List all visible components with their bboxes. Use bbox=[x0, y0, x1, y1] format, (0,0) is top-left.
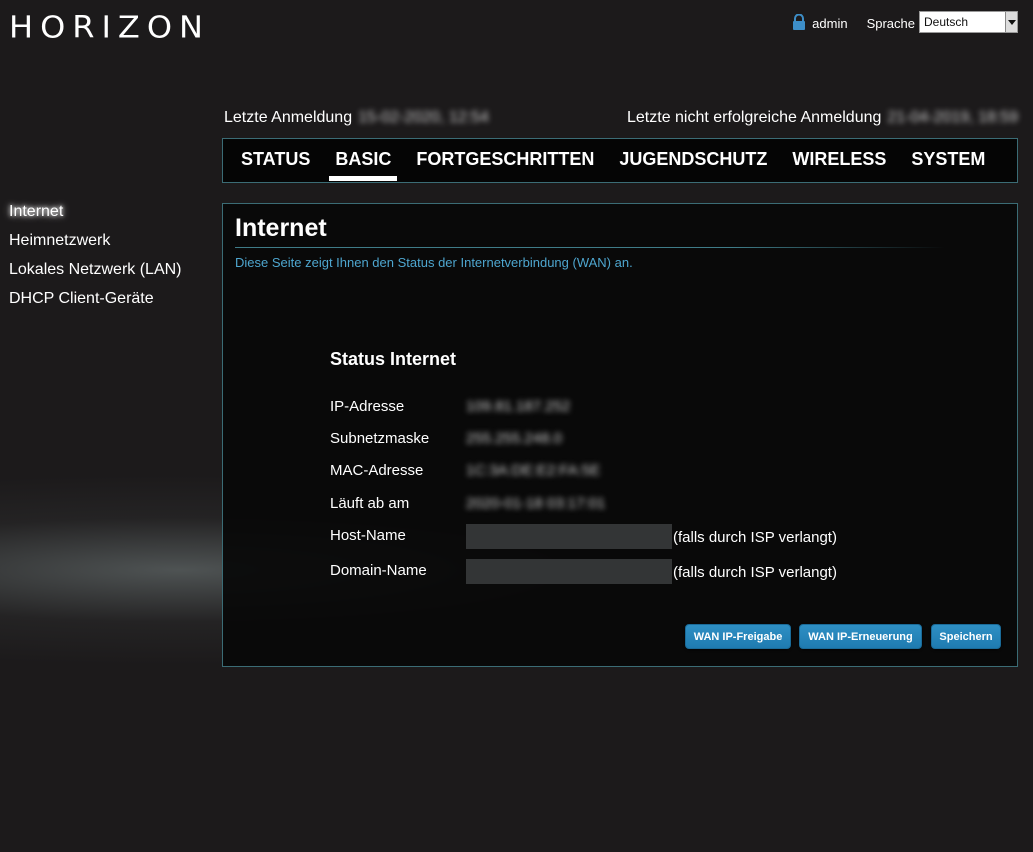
last-failed-login-value: 21-04-2019, 18:59 bbox=[887, 109, 1019, 126]
title-divider bbox=[235, 247, 945, 248]
mac-address-value: 1C:3A:DE:E2:FA:5E bbox=[466, 462, 601, 479]
language-select[interactable]: Deutsch bbox=[919, 11, 1018, 33]
tab-fortgeschritten[interactable]: FORTGESCHRITTEN bbox=[416, 139, 594, 182]
domain-name-hint: (falls durch ISP verlangt) bbox=[673, 564, 837, 581]
wan-renew-button[interactable]: WAN IP-Erneuerung bbox=[799, 624, 922, 649]
ip-address-row: IP-Adresse 109.81.187.252 bbox=[330, 398, 570, 415]
ip-address-label: IP-Adresse bbox=[330, 398, 405, 415]
last-login-label: Letzte Anmeldung bbox=[224, 109, 353, 126]
expires-value: 2020-01-18 03:17:01 bbox=[466, 495, 606, 512]
sidebar-item-internet[interactable]: Internet bbox=[9, 203, 182, 232]
language-selected-value: Deutsch bbox=[924, 15, 969, 29]
last-failed-login: Letzte nicht erfolgreiche Anmeldung 21-04… bbox=[627, 109, 1018, 127]
domain-name-label: Domain-Name bbox=[330, 562, 427, 579]
host-name-input[interactable] bbox=[466, 524, 672, 549]
chevron-down-icon[interactable] bbox=[1005, 12, 1017, 32]
status-section-title: Status Internet bbox=[330, 349, 457, 369]
language-label: Sprache bbox=[866, 16, 915, 31]
tab-status[interactable]: STATUS bbox=[241, 139, 310, 182]
mac-address-label: MAC-Adresse bbox=[330, 462, 424, 479]
page-description: Diese Seite zeigt Ihnen den Status der I… bbox=[235, 255, 633, 270]
horizon-logo: HORIZON bbox=[9, 8, 210, 46]
last-login-value: 15-02-2020, 12:54 bbox=[358, 109, 489, 126]
tab-basic[interactable]: BASIC bbox=[329, 139, 398, 182]
subnet-mask-value: 255.255.248.0 bbox=[466, 430, 562, 447]
content-panel: Internet Diese Seite zeigt Ihnen den Sta… bbox=[222, 203, 1018, 667]
main-nav: STATUS BASIC FORTGESCHRITTEN JUGENDSCHUT… bbox=[222, 138, 1018, 183]
last-failed-login-label: Letzte nicht erfolgreiche Anmeldung bbox=[627, 109, 882, 126]
expires-label: Läuft ab am bbox=[330, 495, 410, 512]
wan-release-button[interactable]: WAN IP-Freigabe bbox=[685, 624, 791, 649]
last-login: Letzte Anmeldung 15-02-2020, 12:54 bbox=[224, 109, 489, 127]
mac-address-row: MAC-Adresse 1C:3A:DE:E2:FA:5E bbox=[330, 462, 600, 479]
domain-name-input[interactable] bbox=[466, 559, 672, 584]
sidebar: Internet Heimnetzwerk Lokales Netzwerk (… bbox=[9, 203, 182, 319]
host-name-label: Host-Name bbox=[330, 527, 406, 544]
sidebar-item-dhcp-clients[interactable]: DHCP Client-Geräte bbox=[9, 290, 182, 319]
top-bar: admin Sprache Deutsch bbox=[792, 11, 1018, 33]
sidebar-item-heimnetzwerk[interactable]: Heimnetzwerk bbox=[9, 232, 182, 261]
ip-address-value: 109.81.187.252 bbox=[466, 398, 571, 415]
sidebar-item-lan[interactable]: Lokales Netzwerk (LAN) bbox=[9, 261, 182, 290]
user-name[interactable]: admin bbox=[812, 16, 847, 31]
save-button[interactable]: Speichern bbox=[931, 624, 1001, 649]
tab-wireless[interactable]: WIRELESS bbox=[792, 139, 886, 182]
subnet-mask-row: Subnetzmaske 255.255.248.0 bbox=[330, 430, 562, 447]
expires-row: Läuft ab am 2020-01-18 03:17:01 bbox=[330, 495, 605, 512]
lock-icon bbox=[793, 14, 806, 30]
tab-jugendschutz[interactable]: JUGENDSCHUTZ bbox=[619, 139, 767, 182]
page-title: Internet bbox=[235, 214, 327, 242]
subnet-mask-label: Subnetzmaske bbox=[330, 430, 430, 447]
tab-system[interactable]: SYSTEM bbox=[911, 139, 985, 182]
host-name-hint: (falls durch ISP verlangt) bbox=[673, 529, 837, 546]
